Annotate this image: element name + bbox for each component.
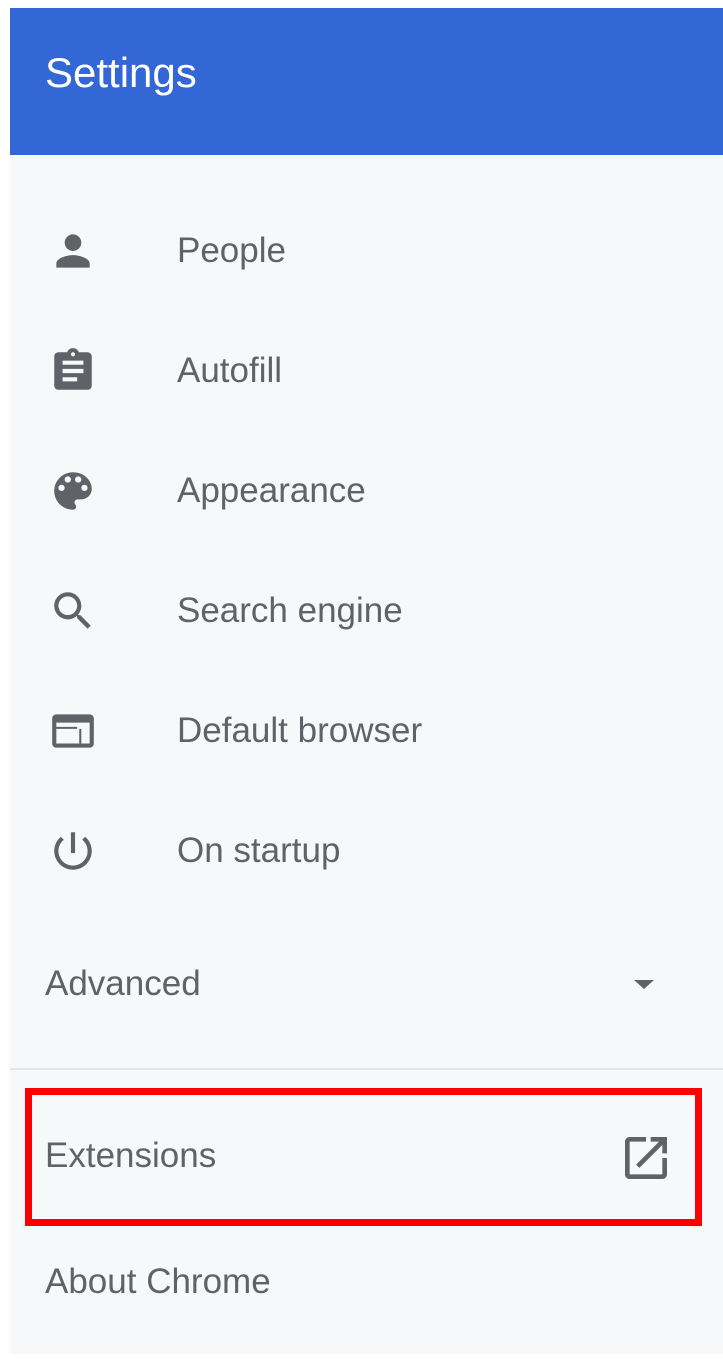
sidebar-item-label: Autofill (177, 351, 283, 390)
extensions-label: Extensions (45, 1136, 217, 1175)
sidebar-item-appearance[interactable]: Appearance (10, 441, 723, 541)
power-icon (48, 826, 98, 876)
caret-down-icon (630, 974, 658, 994)
sidebar-item-label: People (177, 231, 286, 270)
sidebar-item-label: Default browser (177, 711, 423, 750)
sidebar-item-about-chrome[interactable]: About Chrome (10, 1234, 723, 1334)
sidebar-item-label: Search engine (177, 591, 403, 630)
person-icon (48, 226, 98, 276)
clipboard-icon (48, 346, 98, 396)
sidebar-item-extensions[interactable]: Extensions (10, 1108, 723, 1208)
sidebar-item-on-startup[interactable]: On startup (10, 801, 723, 901)
sidebar-item-search-engine[interactable]: Search engine (10, 561, 723, 661)
settings-sidebar: Settings People Autofill Appearance Sear… (10, 8, 723, 1354)
palette-icon (48, 466, 98, 516)
advanced-label: Advanced (45, 964, 201, 1003)
page-title: Settings (45, 49, 197, 96)
sidebar-item-default-browser[interactable]: Default browser (10, 681, 723, 781)
divider (10, 1068, 723, 1070)
sidebar-item-label: Appearance (177, 471, 366, 510)
browser-window-icon (48, 706, 98, 756)
sidebar-item-people[interactable]: People (10, 201, 723, 301)
advanced-section-toggle[interactable]: Advanced (10, 938, 723, 1028)
settings-header: Settings (10, 8, 723, 155)
sidebar-item-autofill[interactable]: Autofill (10, 321, 723, 421)
sidebar-item-label: On startup (177, 831, 341, 870)
about-chrome-label: About Chrome (45, 1262, 271, 1301)
open-in-new-icon (618, 1130, 674, 1186)
search-icon (48, 586, 98, 636)
